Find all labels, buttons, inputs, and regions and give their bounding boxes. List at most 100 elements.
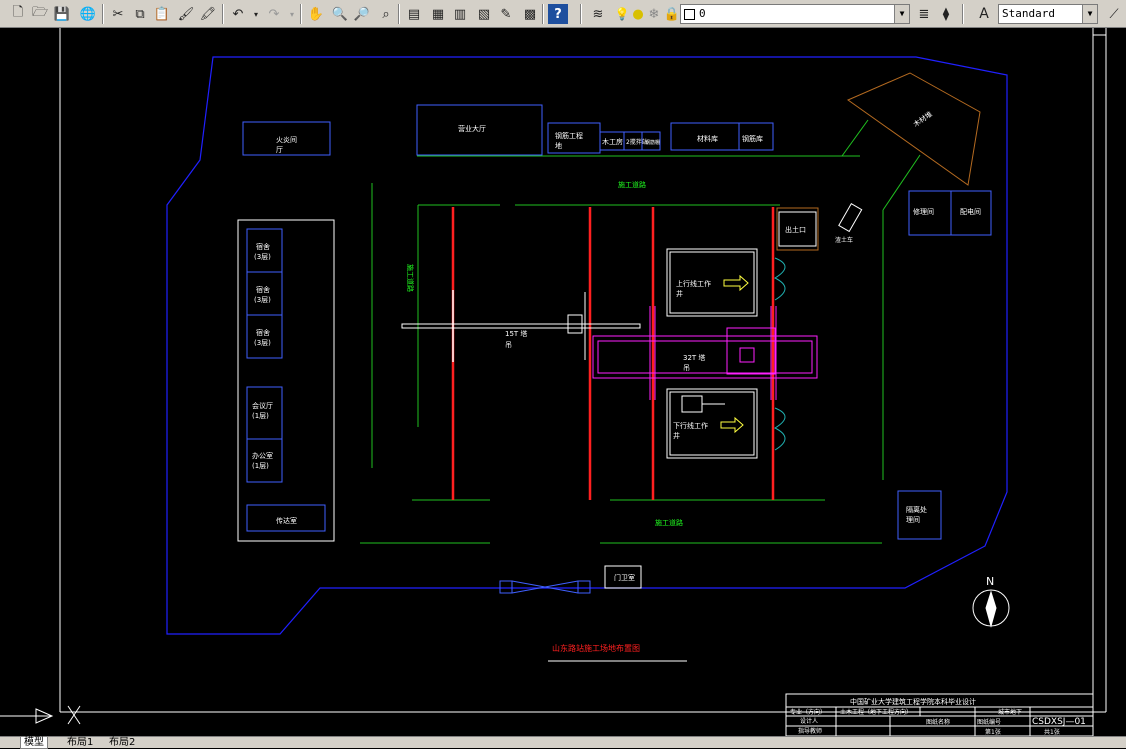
pan-icon[interactable]: ✋ xyxy=(306,4,326,24)
save-icon[interactable]: 💾 xyxy=(52,4,72,24)
label-meeting-room-sub: (1层) xyxy=(252,412,269,420)
layout-tab-bar: 模型 布局1 布局2 xyxy=(0,736,1126,749)
calculator-icon[interactable]: ▩ xyxy=(520,4,540,24)
label-fire-room: 火炎间 xyxy=(276,136,297,144)
label-office: 办公室 xyxy=(252,451,273,460)
label-meeting-room: 会议厅 xyxy=(252,401,273,410)
label-dorm-1: 宿舍 xyxy=(256,242,270,251)
separator xyxy=(102,4,104,24)
label-small-shed: 钢筋棚 xyxy=(645,139,660,146)
standard-toolbar: 🗋 🗁 💾 🌐 ✂ ⧉ 📋 🖌 🖍 ↶ ▾ ↷ ▾ ✋ 🔍 🔎 ⌕ ▤ ▦ ▥ … xyxy=(0,0,1126,28)
text-style-value: Standard xyxy=(1002,7,1055,20)
separator xyxy=(222,4,224,24)
label-dorm-2-sub: (3层) xyxy=(254,296,271,304)
label-north: N xyxy=(986,575,994,588)
label-carpentry: 木工房 xyxy=(602,137,623,146)
zoom-window-icon[interactable]: 🔎 xyxy=(352,4,372,24)
zoom-realtime-icon[interactable]: 🔍 xyxy=(330,4,350,24)
new-icon[interactable]: 🗋 xyxy=(8,4,28,24)
label-road-bottom: 施工道路 xyxy=(655,518,683,527)
label-lower-line-sub: 井 xyxy=(673,431,680,440)
tb-sheet-count: 共1张 xyxy=(1044,728,1060,736)
match-properties-icon[interactable]: 🖌 xyxy=(176,4,196,24)
label-plan-title: 山东路站施工场地布置图 xyxy=(552,643,640,653)
make-current-icon[interactable]: ≣ xyxy=(914,4,934,24)
layer-manager-icon[interactable]: ≋ xyxy=(588,4,608,24)
plot-icon[interactable]: 🌐 xyxy=(78,4,98,24)
tb-major-label: 专业（方向） xyxy=(790,708,826,716)
drawing-canvas[interactable]: 火炎间 厅 营业大厅 钢筋工程 地 木工房 2搅拌站 钢筋棚 材料库 钢筋库 木… xyxy=(0,28,1126,736)
separator xyxy=(580,4,582,24)
properties-icon[interactable]: ▤ xyxy=(404,4,424,24)
layer-dropdown[interactable]: 0 ▼ xyxy=(680,4,910,24)
label-repair-shop: 修理间 xyxy=(913,207,934,216)
label-power-room: 配电间 xyxy=(960,207,981,216)
text-style-dropdown[interactable]: Standard ▼ xyxy=(998,4,1098,24)
lock-icon[interactable]: 🔒 xyxy=(662,4,682,24)
cut-icon[interactable]: ✂ xyxy=(108,4,128,24)
label-treatment-room-sub: 理间 xyxy=(906,516,920,524)
layer-value: 0 xyxy=(699,7,706,20)
label-gate: 门卫室 xyxy=(614,573,635,582)
separator xyxy=(300,4,302,24)
tb-drawing-no-label: 图纸编号 xyxy=(977,718,1001,726)
chevron-down-icon[interactable]: ▼ xyxy=(1082,5,1097,23)
label-dorm-2: 宿舍 xyxy=(256,285,270,294)
separator xyxy=(962,4,964,24)
tb-drawing-no: CSDXSJ—01 xyxy=(1032,717,1086,727)
label-rebar-shop-sub: 地 xyxy=(555,141,562,150)
label-material-yard2: 钢筋库 xyxy=(742,134,763,143)
label-upper-line-sub: 井 xyxy=(676,289,683,298)
zoom-previous-icon[interactable]: ⌕ xyxy=(376,4,396,24)
label-road-left: 施工道路 xyxy=(406,264,415,292)
label-dorm-3: 宿舍 xyxy=(256,328,270,337)
tb-designer: 设计人 xyxy=(800,717,818,725)
dim-style-icon[interactable]: ⟋ xyxy=(1104,4,1124,24)
label-treatment-room: 隔离处 xyxy=(906,505,927,514)
sheet-set-icon[interactable]: ▧ xyxy=(474,4,494,24)
markup-icon[interactable]: ✎ xyxy=(496,4,516,24)
design-center-icon[interactable]: ▦ xyxy=(428,4,448,24)
text-style-icon[interactable]: A xyxy=(974,4,994,24)
tool-palette-icon[interactable]: ▥ xyxy=(450,4,470,24)
paste-icon[interactable]: 📋 xyxy=(152,4,172,24)
label-truck: 渣土车 xyxy=(835,236,853,244)
open-icon[interactable]: 🗁 xyxy=(30,4,50,24)
layer-color-swatch xyxy=(684,8,695,20)
label-crane-15t: 15T 塔 xyxy=(505,329,527,338)
label-dorm-3-sub: (3层) xyxy=(254,339,271,347)
tab-model[interactable]: 模型 xyxy=(20,737,48,749)
layer-previous-icon[interactable]: ⧫ xyxy=(936,4,956,24)
redo-icon[interactable]: ↷ xyxy=(264,4,284,24)
tab-layout2[interactable]: 布局2 xyxy=(106,737,138,748)
chevron-down-icon[interactable]: ▼ xyxy=(894,5,909,23)
tb-sheet-index: 第1张 xyxy=(985,728,1001,736)
label-upper-line: 上行线工作 xyxy=(676,279,711,288)
copy-icon[interactable]: ⧉ xyxy=(130,4,150,24)
label-business-hall: 营业大厅 xyxy=(458,124,486,133)
tb-sheet-name: 图纸名称 xyxy=(926,718,950,726)
separator xyxy=(542,4,544,24)
label-rebar-shop: 钢筋工程 xyxy=(555,131,583,140)
label-crane-32t: 32T 塔 xyxy=(683,353,705,362)
tab-layout1[interactable]: 布局1 xyxy=(64,737,96,748)
label-crane-15t-sub: 吊 xyxy=(505,341,512,349)
redo-dropdown-icon[interactable]: ▾ xyxy=(286,4,298,24)
freeze-icon[interactable]: ❄ xyxy=(644,4,664,24)
tb-school: 中国矿业大学建筑工程学院本科毕业设计 xyxy=(850,697,976,706)
label-guard-room: 传达室 xyxy=(276,516,297,525)
undo-dropdown-icon[interactable]: ▾ xyxy=(250,4,262,24)
label-dorm-1-sub: (3层) xyxy=(254,253,271,261)
label-material-yard: 材料库 xyxy=(697,134,718,143)
separator xyxy=(398,4,400,24)
label-crane-32t-sub: 吊 xyxy=(683,364,690,372)
label-lower-line: 下行线工作 xyxy=(673,421,708,430)
label-road-top: 施工道路 xyxy=(618,180,646,189)
tb-advisor: 指导教师 xyxy=(798,727,822,735)
undo-icon[interactable]: ↶ xyxy=(228,4,248,24)
label-office-sub: (1层) xyxy=(252,462,269,470)
help-icon[interactable]: ? xyxy=(548,4,568,24)
tb-major-value: 土木工程（地下工程方向） xyxy=(840,708,912,716)
label-fire-room-sub: 厅 xyxy=(276,146,283,154)
brush-icon[interactable]: 🖍 xyxy=(198,4,218,24)
